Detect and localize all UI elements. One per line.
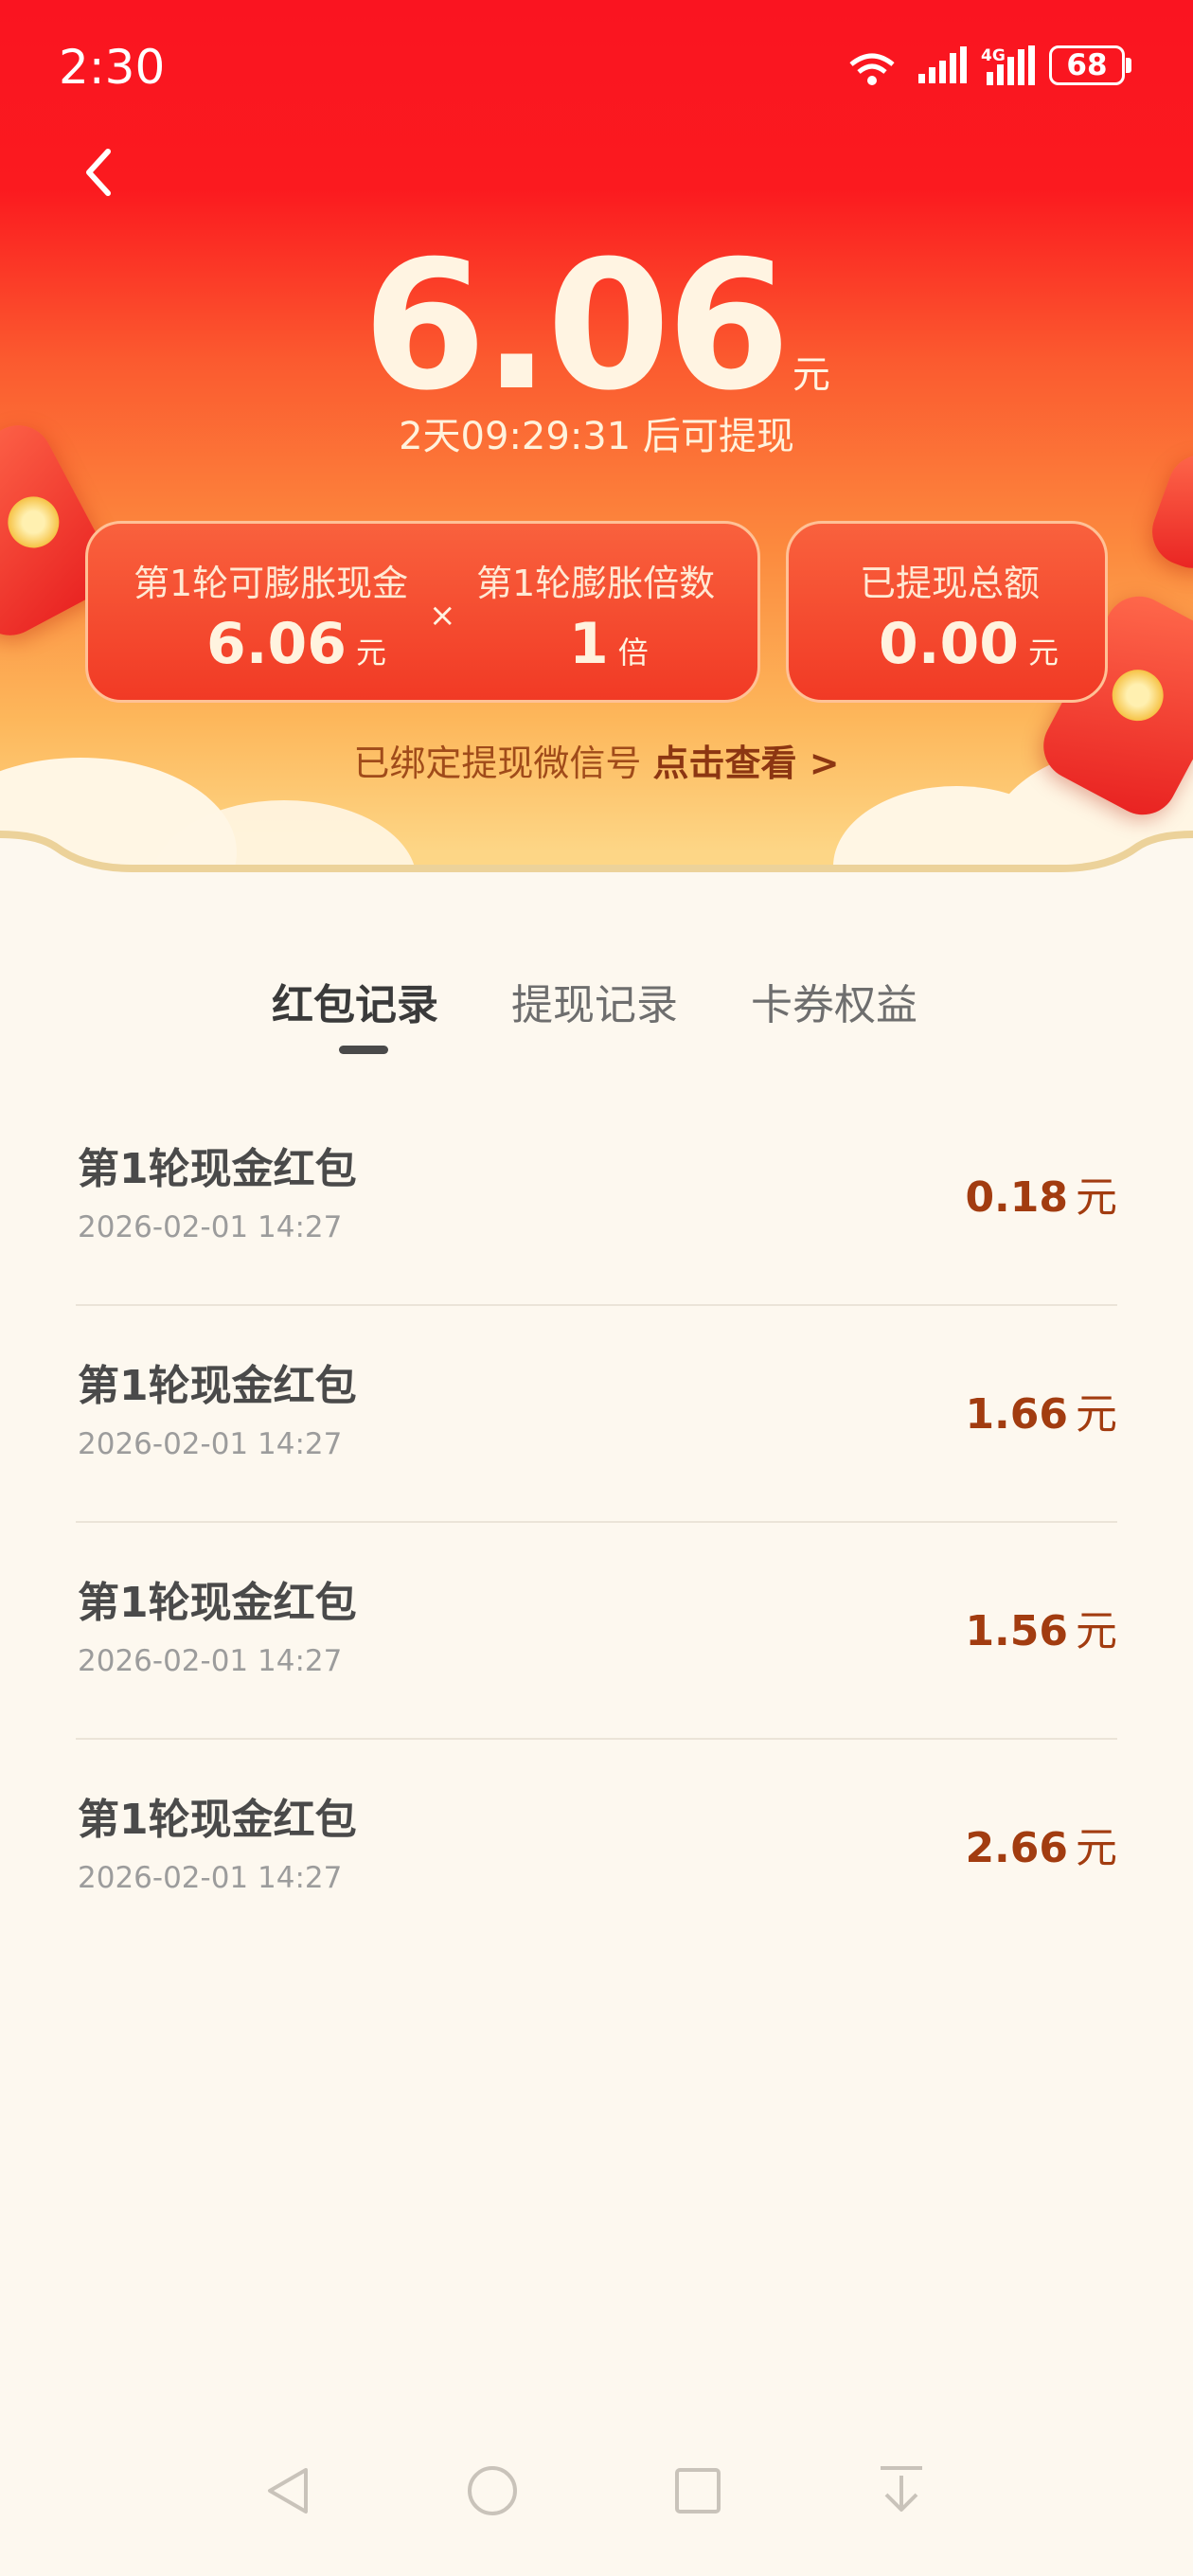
withdrawn-total-label: 已提现总额 bbox=[860, 563, 1041, 604]
panel-top-edge bbox=[0, 831, 1193, 904]
multiplier-label: 第1轮膨胀倍数 bbox=[476, 563, 716, 604]
nav-collapse-icon[interactable] bbox=[873, 2462, 930, 2523]
inflation-card: 第1轮可膨胀现金 6.06 元 第1轮膨胀倍数 1倍 bbox=[85, 521, 760, 703]
tab-red-packet-records[interactable]: 红包记录 bbox=[272, 971, 438, 1031]
record-date: 2026-02-01 14:27 bbox=[78, 1861, 343, 1895]
tab-coupon-benefits[interactable]: 卡券权益 bbox=[751, 971, 917, 1031]
wifi-icon bbox=[849, 53, 895, 85]
multiplier-value: 1倍 bbox=[569, 611, 649, 677]
tab-withdraw-records[interactable]: 提现记录 bbox=[511, 971, 678, 1031]
record-title: 第1轮现金红包 bbox=[78, 1579, 357, 1627]
active-tab-indicator bbox=[339, 1046, 388, 1054]
signal-icon bbox=[918, 46, 967, 83]
list-item: 第1轮现金红包 2026-02-01 14:27 1.66 元 bbox=[76, 1306, 1117, 1523]
record-date: 2026-02-01 14:27 bbox=[78, 1210, 343, 1244]
red-packet-list: 第1轮现金红包 2026-02-01 14:27 0.18 元 第1轮现金红包 2… bbox=[76, 1089, 1117, 1957]
signal-4g-icon: 4G bbox=[981, 45, 1035, 85]
list-item: 第1轮现金红包 2026-02-01 14:27 1.56 元 bbox=[76, 1523, 1117, 1740]
back-icon[interactable] bbox=[76, 144, 123, 201]
list-item: 第1轮现金红包 2026-02-01 14:27 2.66 元 bbox=[76, 1740, 1117, 1957]
record-amount: 2.66 元 bbox=[965, 1824, 1117, 1872]
record-date: 2026-02-01 14:27 bbox=[78, 1644, 343, 1678]
red-packet-decoration bbox=[1142, 444, 1193, 579]
withdraw-countdown: 2天09:29:31 后可提现 bbox=[399, 415, 794, 458]
record-title: 第1轮现金红包 bbox=[78, 1362, 357, 1410]
system-nav-bar bbox=[0, 2462, 1193, 2567]
battery-icon: 68 bbox=[1049, 45, 1131, 85]
header-banner: 2:30 4G 68 6.06 元 2天09:29:31 后可提现 第1轮可膨胀现 bbox=[0, 0, 1193, 900]
battery-level: 68 bbox=[1066, 48, 1108, 82]
inflatable-cash-value: 6.06 元 bbox=[206, 611, 387, 677]
inflatable-cash-label: 第1轮可膨胀现金 bbox=[134, 563, 409, 604]
record-amount: 1.66 元 bbox=[965, 1390, 1117, 1439]
record-amount: 0.18 元 bbox=[965, 1173, 1117, 1222]
withdrawn-card: 已提现总额 0.00 元 bbox=[786, 521, 1108, 703]
nav-recents-icon[interactable] bbox=[669, 2462, 726, 2523]
nav-home-icon[interactable] bbox=[464, 2462, 521, 2523]
status-time: 2:30 bbox=[59, 40, 166, 95]
record-title: 第1轮现金红包 bbox=[78, 1145, 357, 1193]
view-wechat-link[interactable]: 点击查看 > bbox=[653, 742, 840, 784]
record-tabs: 红包记录 提现记录 卡券权益 bbox=[0, 971, 1193, 1046]
record-title: 第1轮现金红包 bbox=[78, 1796, 357, 1844]
multiply-sign: × bbox=[429, 597, 456, 635]
status-bar: 2:30 4G 68 bbox=[0, 0, 1193, 133]
list-item: 第1轮现金红包 2026-02-01 14:27 0.18 元 bbox=[76, 1089, 1117, 1306]
record-amount: 1.56 元 bbox=[965, 1607, 1117, 1655]
balance-unit: 元 bbox=[792, 353, 830, 397]
wechat-bind-notice: 已绑定提现微信号 点击查看 > bbox=[0, 734, 1193, 786]
balance-value: 6.06 bbox=[363, 223, 791, 430]
svg-text:4G: 4G bbox=[981, 46, 1006, 65]
withdrawn-total-value: 0.00 元 bbox=[879, 611, 1059, 677]
record-date: 2026-02-01 14:27 bbox=[78, 1427, 343, 1461]
nav-back-icon[interactable] bbox=[260, 2462, 317, 2523]
wechat-bind-text: 已绑定提现微信号 bbox=[353, 742, 653, 784]
balance-amount: 6.06 元 bbox=[0, 223, 1193, 430]
